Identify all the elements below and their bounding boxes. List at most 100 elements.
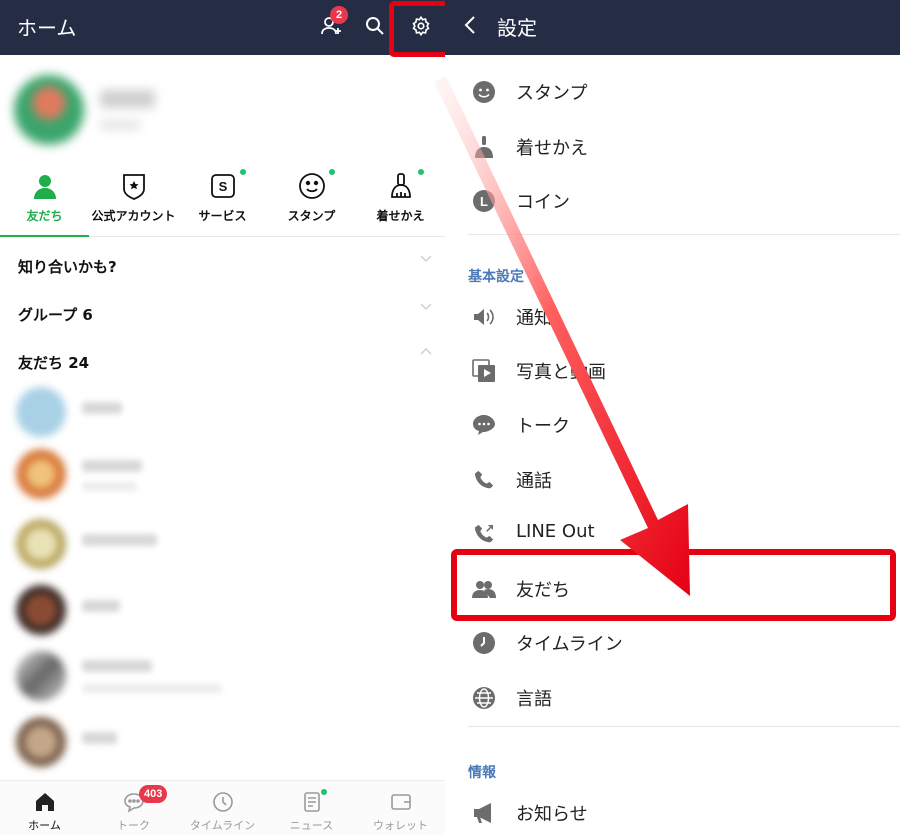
smiley-icon [298,173,325,199]
profile-status [100,120,140,130]
friends-highlight-box [451,549,896,621]
list-item[interactable] [16,514,436,574]
nav-talk[interactable]: 403 トーク [89,781,178,835]
friend-name [82,660,152,672]
profile-avatar [14,75,84,145]
settings-item-label: お知らせ [516,804,588,825]
new-dot [240,169,246,175]
friend-name [82,732,117,744]
friend-status [82,684,222,693]
settings-item-talk[interactable]: トーク [445,398,900,452]
coin-icon: L [470,187,498,215]
home-title: ホーム [17,16,77,40]
tab-friends[interactable]: 友だち [0,165,89,237]
nav-label: ウォレット [373,819,428,832]
settings-item-label: LINE Out [516,521,595,542]
speaker-icon [470,303,498,331]
person-icon [33,175,56,199]
settings-item-stickers[interactable]: スタンプ [445,65,900,119]
nav-label: ホーム [28,819,61,832]
search-icon [366,17,384,35]
settings-item-coins[interactable]: L コイン [445,174,900,228]
settings-item-label: タイムライン [516,634,623,655]
wallet-icon [390,794,411,810]
list-item[interactable] [16,444,436,504]
add-friend-badge: 2 [330,6,348,24]
tab-themes[interactable]: 着せかえ [356,165,445,236]
section-info: 情報 [468,765,496,781]
divider [468,234,900,235]
brush-icon [470,133,498,161]
tab-label: 着せかえ [376,209,425,223]
home-icon [35,793,54,811]
tab-label: 公式アカウント [91,209,176,223]
new-dot [329,169,335,175]
settings-highlight-box [389,1,445,57]
my-profile[interactable] [0,60,445,165]
section-friends[interactable]: 友だち 24 [18,352,89,373]
settings-item-label: 通話 [516,471,552,492]
back-arrow-icon[interactable] [463,14,477,36]
photo-video-icon [470,357,498,385]
settings-item-label: 写真と動画 [516,362,606,383]
search-button[interactable] [357,8,393,44]
nav-news[interactable]: ニュース [267,781,356,835]
tab-label: サービス [198,209,247,223]
svg-text:S: S [218,179,227,194]
settings-item-label: 通知 [516,308,552,329]
megaphone-icon [470,799,498,827]
tab-official-accounts[interactable]: 公式アカウント [89,165,178,236]
settings-item-calls[interactable]: 通話 [445,453,900,507]
chevron-up-icon[interactable] [420,346,432,358]
globe-icon [470,684,498,712]
settings-item-photos-videos[interactable]: 写真と動画 [445,344,900,398]
chat-bubble-icon [470,411,498,439]
friend-name [82,402,122,414]
list-item[interactable] [16,382,436,442]
settings-item-language[interactable]: 言語 [445,671,900,725]
settings-header: 設定 [445,0,900,55]
section-groups[interactable]: グループ 6 [18,304,93,325]
list-item[interactable] [16,580,436,640]
home-header: ホーム 2 [0,0,445,55]
phone-icon [470,466,498,494]
profile-name [100,90,155,108]
nav-home[interactable]: ホーム [0,781,89,835]
new-dot [418,169,424,175]
friend-status [82,482,137,491]
list-item[interactable] [16,646,436,706]
tab-stickers[interactable]: スタンプ [267,165,356,236]
clock-icon [212,792,233,812]
settings-item-announcements[interactable]: お知らせ [445,786,900,835]
nav-wallet[interactable]: ウォレット [356,781,445,835]
chevron-down-icon[interactable] [420,252,432,264]
friend-name [82,460,142,472]
list-item[interactable] [16,712,436,772]
avatar [16,449,66,499]
settings-item-timeline[interactable]: タイムライン [445,616,900,670]
new-dot [321,789,327,795]
settings-item-notifications[interactable]: 通知 [445,290,900,344]
section-people-you-may-know[interactable]: 知り合いかも? [18,256,117,277]
nav-timeline[interactable]: タイムライン [178,781,267,835]
tab-label: スタンプ [287,209,336,223]
tab-services[interactable]: S サービス [178,165,267,236]
tab-label: 友だち [26,209,63,223]
phone-out-icon [470,520,498,548]
settings-screen: 設定 スタンプ 着せかえ L コイン 基本設定 通知 写真と動画 トーク 通話 … [445,0,900,835]
nav-label: トーク [117,819,150,832]
avatar [16,519,66,569]
avatar [16,651,66,701]
home-tabs: 友だち 公式アカウント S サービス スタンプ 着せかえ [0,165,445,237]
add-friend-button[interactable]: 2 [313,6,349,44]
brush-icon [390,173,411,198]
section-basic-settings: 基本設定 [468,269,524,285]
clock-icon [470,629,498,657]
settings-item-label: 言語 [516,689,552,710]
friend-name [82,534,157,546]
avatar [16,387,66,437]
settings-item-themes[interactable]: 着せかえ [445,120,900,174]
chevron-down-icon[interactable] [420,300,432,312]
smiley-icon [470,78,498,106]
friend-name [82,600,120,612]
